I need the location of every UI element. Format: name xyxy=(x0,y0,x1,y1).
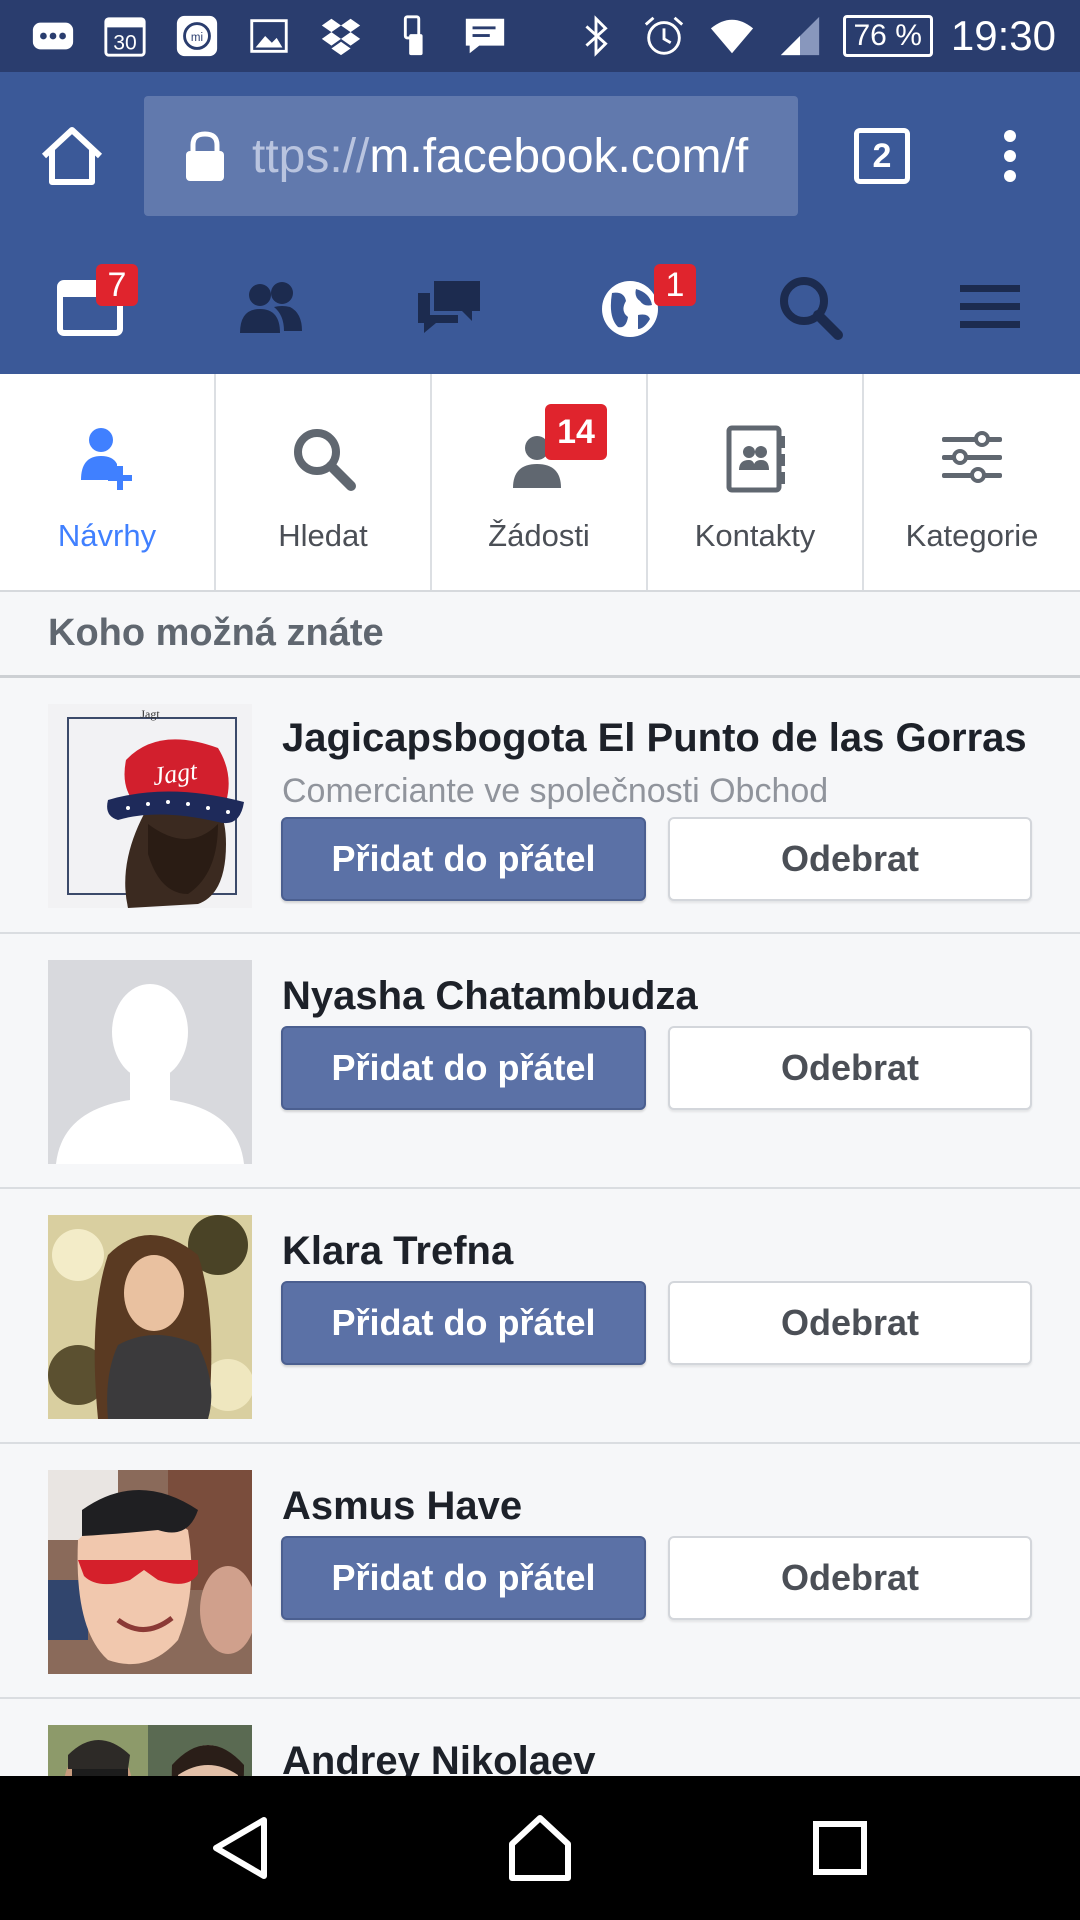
person-name[interactable]: Nyasha Chatambudza xyxy=(282,974,698,1019)
add-friend-button[interactable]: Přidat do přátel xyxy=(281,817,646,901)
section-header: Koho možná znáte xyxy=(0,592,1080,678)
news-feed-badge: 7 xyxy=(96,264,138,306)
lock-icon xyxy=(186,131,224,181)
tab-suggestions[interactable]: Návrhy xyxy=(0,374,216,590)
search-icon xyxy=(294,429,356,491)
image-icon xyxy=(244,11,294,61)
url-main: m.facebook.com/f xyxy=(369,129,749,183)
dropbox-icon xyxy=(316,11,366,61)
tab-categories[interactable]: Kategorie xyxy=(864,374,1080,590)
tab-label: Žádosti xyxy=(488,518,590,553)
list-item: Asmus Have Přidat do přátel Odebrat xyxy=(0,1444,1080,1699)
nav-messages[interactable] xyxy=(360,240,540,374)
nav-friends[interactable] xyxy=(180,240,360,374)
avatar-watermark: Jagt xyxy=(140,707,160,721)
clock: 19:30 xyxy=(950,12,1056,59)
url-bar[interactable]: ttps://m.facebook.com/f xyxy=(144,96,798,216)
person-name[interactable]: Asmus Have xyxy=(282,1484,522,1529)
add-friend-icon xyxy=(81,428,132,490)
nav-news-feed[interactable]: 7 xyxy=(0,240,180,374)
phone-sync-icon xyxy=(388,11,438,61)
sliders-icon xyxy=(942,431,1002,483)
add-friend-button[interactable]: Přidat do přátel xyxy=(281,1026,646,1110)
svg-text:mi: mi xyxy=(191,32,203,44)
url-text: ttps://m.facebook.com/f xyxy=(252,129,748,184)
people-you-may-know-list: Jagt Jagt Jagicapsbogota El Punto de las… xyxy=(0,678,1080,1920)
person-name[interactable]: Klara Trefna xyxy=(282,1229,513,1274)
tab-switcher-button[interactable]: 2 xyxy=(854,128,910,184)
calendar-day: 30 xyxy=(113,31,136,54)
bluetooth-icon xyxy=(571,11,621,61)
message-icon xyxy=(460,11,510,61)
battery-indicator: 76 % xyxy=(842,15,933,57)
person-subtitle: Comerciante ve společnosti Obchod xyxy=(282,772,829,810)
list-item: Nyasha Chatambudza Přidat do přátel Odeb… xyxy=(0,934,1080,1189)
status-bar: 30 mi 76 % 19:30 xyxy=(0,0,1080,72)
tab-search[interactable]: Hledat xyxy=(216,374,432,590)
remove-button[interactable]: Odebrat xyxy=(668,1026,1032,1110)
facebook-top-nav: 7 1 xyxy=(0,240,1080,374)
contacts-icon xyxy=(726,425,785,493)
remove-button[interactable]: Odebrat xyxy=(668,817,1032,901)
section-title: Koho možná znáte xyxy=(48,612,384,654)
back-icon[interactable] xyxy=(206,1812,278,1884)
messages-icon xyxy=(418,281,480,333)
tab-label: Hledat xyxy=(278,518,368,553)
wifi-icon xyxy=(707,11,757,61)
browser-home-icon[interactable] xyxy=(36,120,108,192)
tab-contacts[interactable]: Kontakty xyxy=(648,374,864,590)
tab-label: Kontakty xyxy=(694,518,816,553)
avatar[interactable] xyxy=(48,1470,252,1674)
tab-requests[interactable]: 14 Žádosti xyxy=(432,374,648,590)
list-item: Jagt Jagt Jagicapsbogota El Punto de las… xyxy=(0,678,1080,934)
notifications-badge: 1 xyxy=(654,264,696,306)
system-nav-bar xyxy=(0,1776,1080,1920)
friends-icon xyxy=(240,282,302,333)
search-icon xyxy=(780,277,843,340)
more-notifications-icon xyxy=(28,11,78,61)
browser-menu-icon[interactable] xyxy=(990,126,1030,186)
friends-sub-tabs: Návrhy Hledat 14 Žádosti Kontakty Katego… xyxy=(0,374,1080,592)
browser-toolbar: ttps://m.facebook.com/f 2 xyxy=(0,72,1080,240)
tab-label: Návrhy xyxy=(57,518,157,553)
url-prefix: ttps:// xyxy=(252,129,370,183)
avatar[interactable] xyxy=(48,960,252,1164)
add-friend-button[interactable]: Přidat do přátel xyxy=(281,1536,646,1620)
avatar[interactable] xyxy=(48,1215,252,1419)
remove-button[interactable]: Odebrat xyxy=(668,1536,1032,1620)
signal-icon xyxy=(775,11,825,61)
menu-icon xyxy=(960,285,1020,328)
alarm-icon xyxy=(639,11,689,61)
nav-notifications[interactable]: 1 xyxy=(540,240,720,374)
calendar-30-icon: 30 xyxy=(100,11,150,61)
mi-fit-icon: mi xyxy=(172,11,222,61)
avatar[interactable]: Jagt Jagt xyxy=(48,704,252,908)
tab-label: Kategorie xyxy=(905,518,1039,553)
list-item: Klara Trefna Přidat do přátel Odebrat xyxy=(0,1189,1080,1444)
person-name[interactable]: Jagicapsbogota El Punto de las Gorras xyxy=(282,716,1027,761)
recents-icon[interactable] xyxy=(804,1812,876,1884)
requests-badge: 14 xyxy=(545,404,607,460)
nav-menu[interactable] xyxy=(900,240,1080,374)
page: 30 mi 76 % 19:30 ttps://m.facebook.com/f… xyxy=(0,0,1080,1920)
home-icon[interactable] xyxy=(504,1812,576,1884)
remove-button[interactable]: Odebrat xyxy=(668,1281,1032,1365)
add-friend-button[interactable]: Přidat do přátel xyxy=(281,1281,646,1365)
nav-search[interactable] xyxy=(720,240,900,374)
